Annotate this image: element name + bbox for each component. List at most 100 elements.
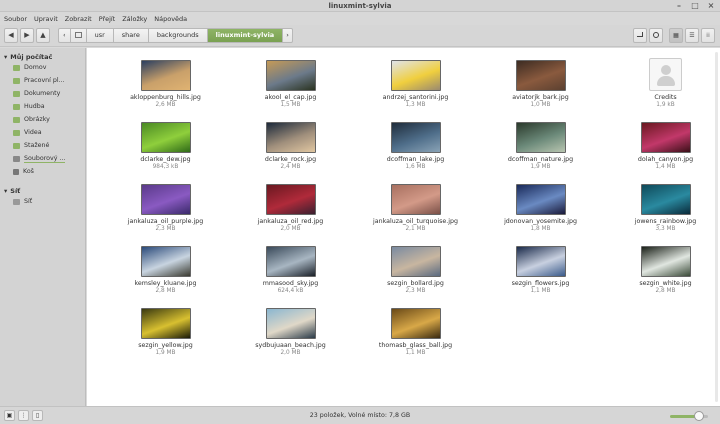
file-item[interactable]: jankaluza_oil_turquoise.jpg 2,1 MB — [353, 184, 478, 243]
menu-prejit[interactable]: Přejít — [99, 15, 116, 23]
sidebar-item-pictures[interactable]: Obrázky — [0, 113, 85, 126]
file-item[interactable]: dclarke_dew.jpg 984,3 kB — [103, 122, 228, 181]
file-name: akloppenburg_hills.jpg — [130, 94, 201, 101]
list-view-button[interactable]: ☰ — [685, 28, 699, 43]
file-item[interactable]: sezgin_flowers.jpg 1,1 MB — [478, 246, 603, 305]
file-size: 1,3 MB — [405, 102, 426, 108]
icon-view-button[interactable]: ▦ — [669, 28, 683, 43]
breadcrumb-prev-button[interactable]: ‹ — [58, 28, 71, 43]
breadcrumb-share[interactable]: share — [113, 28, 149, 43]
forward-button[interactable]: ▶ — [20, 28, 34, 43]
file-item[interactable]: akloppenburg_hills.jpg 2,6 MB — [103, 60, 228, 119]
menu-zobrazit[interactable]: Zobrazit — [65, 15, 92, 23]
sidebar-item-desktop[interactable]: Pracovní pl... — [0, 74, 85, 87]
image-thumbnail — [515, 122, 566, 153]
file-size: 984,3 kB — [152, 164, 179, 170]
sidebar-item-videos[interactable]: Videa — [0, 126, 85, 139]
file-item[interactable]: jowens_rainbow.jpg 3,3 MB — [603, 184, 720, 243]
filesystem-drive-icon — [13, 155, 20, 162]
menu-upravit[interactable]: Upravit — [34, 15, 58, 23]
file-item[interactable]: thomasb_glass_ball.jpg 1,1 MB — [353, 308, 478, 367]
file-size: 2,6 MB — [155, 102, 176, 108]
grid-view-icon: ▦ — [673, 32, 679, 39]
pictures-folder-icon — [13, 116, 20, 123]
file-item[interactable]: aviatorjk_bark.jpg 1,0 MB — [478, 60, 603, 119]
breadcrumb-root[interactable] — [70, 28, 87, 43]
file-item[interactable]: sezgin_bollard.jpg 2,3 MB — [353, 246, 478, 305]
menu-soubor[interactable]: Soubor — [4, 15, 27, 23]
file-size: 2,0 MB — [280, 226, 301, 232]
file-item[interactable]: mmasood_sky.jpg 624,4 kB — [228, 246, 353, 305]
file-item[interactable]: dolah_canyon.jpg 1,4 MB — [603, 122, 720, 181]
menu-bar: Soubor Upravit Zobrazit Přejít Záložky N… — [0, 12, 720, 25]
file-item[interactable]: jdonovan_yosemite.jpg 1,8 MB — [478, 184, 603, 243]
sidebar-item-label: Síť — [24, 198, 33, 205]
menu-zalozky[interactable]: Záložky — [122, 15, 147, 23]
file-item[interactable]: dclarke_rock.jpg 2,4 MB — [228, 122, 353, 181]
file-item[interactable]: Credits 1,9 kB — [603, 58, 720, 119]
sidebar-item-downloads[interactable]: Stažené — [0, 139, 85, 152]
breadcrumb-linuxmint-sylvia[interactable]: linuxmint-sylvia — [207, 28, 284, 43]
file-name: sydbujuaan_beach.jpg — [255, 342, 326, 349]
file-item[interactable]: sezgin_white.jpg 2,8 MB — [603, 246, 720, 305]
image-thumbnail — [265, 60, 316, 91]
file-grid: akloppenburg_hills.jpg 2,6 MB akool_el_cap… — [103, 58, 720, 367]
status-bar: ▣ ⋮ ▯ 23 položek, Volné místo: 7,8 GB — [0, 406, 720, 424]
image-thumbnail — [140, 60, 191, 91]
file-item[interactable]: sydbujuaan_beach.jpg 2,0 MB — [228, 308, 353, 367]
compact-view-button[interactable]: ⁞⁞ — [701, 28, 715, 43]
file-size: 2,3 MB — [405, 288, 426, 294]
sidebar-item-label: Hudba — [24, 103, 45, 110]
file-item[interactable]: kemsley_kluane.jpg 2,8 MB — [103, 246, 228, 305]
sidebar-section-network[interactable]: ▾ Síť — [0, 182, 85, 195]
documents-folder-icon — [13, 90, 20, 97]
file-item[interactable]: dcoffman_lake.jpg 1,6 MB — [353, 122, 478, 181]
file-item[interactable]: akool_el_cap.jpg 1,5 MB — [228, 60, 353, 119]
file-item[interactable]: andrzej_santorini.jpg 1,3 MB — [353, 60, 478, 119]
scrollbar[interactable] — [715, 52, 718, 402]
sidebar-item-domov[interactable]: Domov — [0, 61, 85, 74]
file-size: 2,4 MB — [280, 164, 301, 170]
file-size: 1,8 MB — [530, 226, 551, 232]
file-name: sezgin_flowers.jpg — [511, 280, 570, 287]
sidebar-item-label: Dokumenty — [24, 90, 61, 97]
close-icon[interactable]: × — [706, 1, 716, 11]
file-item[interactable]: jankaluza_oil_red.jpg 2,0 MB — [228, 184, 353, 243]
window-controls: – □ × — [674, 1, 716, 11]
image-thumbnail — [640, 122, 691, 153]
image-thumbnail — [390, 184, 441, 215]
minimize-icon[interactable]: – — [674, 1, 684, 11]
file-item[interactable]: dcoffman_nature.jpg 1,9 MB — [478, 122, 603, 181]
file-size: 2,8 MB — [655, 288, 676, 294]
location-toggle-button[interactable] — [633, 28, 647, 43]
trash-icon — [13, 168, 19, 175]
file-name: dclarke_rock.jpg — [264, 156, 317, 163]
file-view[interactable]: akloppenburg_hills.jpg 2,6 MB akool_el_cap… — [87, 48, 720, 406]
file-size: 624,4 kB — [277, 288, 304, 294]
file-size: 1,1 MB — [405, 350, 426, 356]
menu-napoveda[interactable]: Nápověda — [154, 15, 187, 23]
sidebar-item-network[interactable]: Síť — [0, 195, 85, 208]
breadcrumb-usr[interactable]: usr — [86, 28, 114, 43]
search-button[interactable] — [649, 28, 663, 43]
image-thumbnail — [390, 122, 441, 153]
zoom-slider-handle[interactable] — [694, 411, 704, 421]
sidebar-section-my-computer[interactable]: ▾ Můj počítač — [0, 48, 85, 61]
back-button[interactable]: ◀ — [4, 28, 18, 43]
file-name: jowens_rainbow.jpg — [634, 218, 697, 225]
file-item[interactable]: jankaluza_oil_purple.jpg 2,3 MB — [103, 184, 228, 243]
maximize-icon[interactable]: □ — [690, 1, 700, 11]
image-thumbnail — [515, 60, 566, 91]
image-thumbnail — [640, 246, 691, 277]
file-item[interactable]: sezgin_yellow.jpg 1,9 MB — [103, 308, 228, 367]
breadcrumb-backgrounds[interactable]: backgrounds — [148, 28, 208, 43]
expand-icon: ▾ — [4, 186, 8, 195]
sidebar-item-documents[interactable]: Dokumenty — [0, 87, 85, 100]
image-thumbnail — [265, 308, 316, 339]
up-button[interactable]: ▲ — [36, 28, 50, 43]
breadcrumb-next-button[interactable]: › — [283, 28, 293, 43]
file-size: 1,5 MB — [280, 102, 301, 108]
sidebar-item-filesystem[interactable]: Souborový ... — [0, 152, 85, 165]
sidebar-item-trash[interactable]: Koš — [0, 165, 85, 178]
sidebar-item-music[interactable]: Hudba — [0, 100, 85, 113]
